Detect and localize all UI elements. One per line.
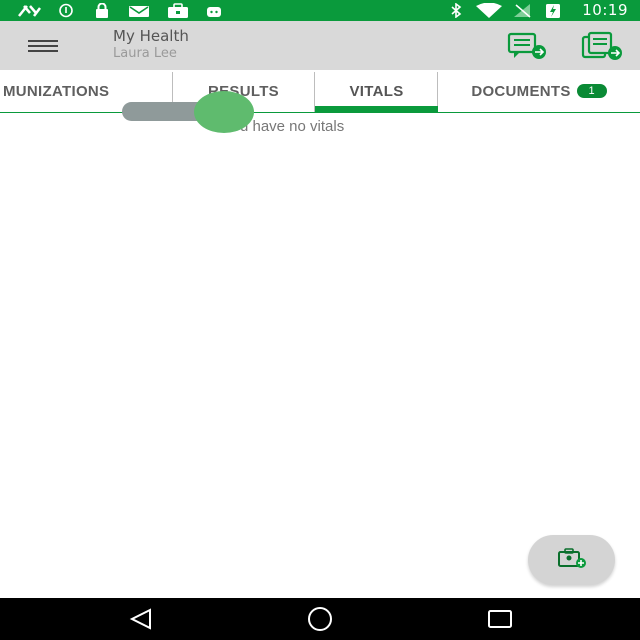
active-tab-indicator <box>315 106 438 112</box>
assistant-icon <box>16 3 42 18</box>
tab-label: MUNIZATIONS <box>3 82 110 100</box>
hamburger-menu-icon[interactable] <box>28 36 60 58</box>
status-bar: 10:19 <box>0 0 640 21</box>
home-icon[interactable] <box>305 606 335 632</box>
battery-charging-icon <box>544 3 562 18</box>
mail-icon <box>127 3 151 18</box>
add-vitals-icon <box>555 547 589 573</box>
add-vitals-button[interactable] <box>528 535 615 585</box>
briefcase-icon <box>166 3 190 18</box>
tab-label: DOCUMENTS <box>471 82 571 100</box>
android-icon <box>204 3 224 18</box>
lock-icon <box>93 3 111 18</box>
toggle-switch-thumb[interactable] <box>194 91 254 133</box>
info-icon <box>57 3 75 18</box>
wifi-icon <box>474 3 504 18</box>
recents-icon[interactable] <box>485 606 515 632</box>
send-message-icon[interactable] <box>506 31 546 61</box>
tab-label: VITALS <box>349 82 404 100</box>
signal-icon <box>512 3 532 18</box>
back-icon[interactable] <box>126 606 156 632</box>
title-block: My Health Laura Lee <box>113 27 189 61</box>
send-document-icon[interactable] <box>580 31 622 61</box>
page-title: My Health <box>113 27 189 45</box>
tab-documents[interactable]: DOCUMENTS 1 <box>438 70 640 112</box>
status-time: 10:19 <box>582 1 628 19</box>
bluetooth-icon <box>448 3 464 18</box>
patient-name: Laura Lee <box>113 46 177 61</box>
app-bar: My Health Laura Lee <box>0 21 640 70</box>
documents-count-badge: 1 <box>576 84 607 98</box>
navigation-bar <box>0 598 640 640</box>
